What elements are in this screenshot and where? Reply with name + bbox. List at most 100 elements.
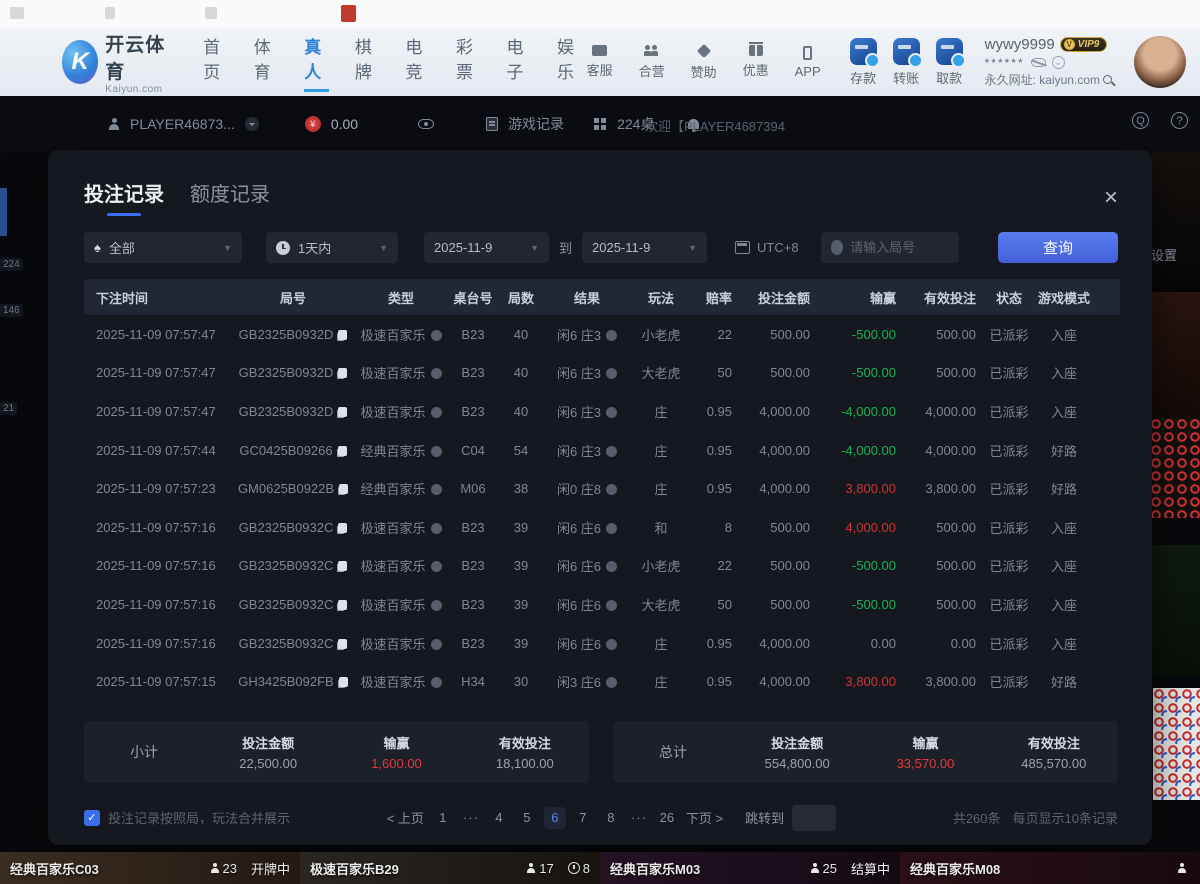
query-button[interactable]: 查询 [998,232,1118,263]
nav-item-live[interactable]: 真人 [304,33,329,92]
page-26[interactable]: 26 [656,807,678,829]
game-records-link[interactable]: 游戏记录 [508,114,564,134]
close-icon[interactable]: × [1104,188,1118,208]
nav-action-promo[interactable]: 优惠 [738,45,774,79]
table-tile-m03[interactable]: 经典百家乐M03 25 结算中 [600,852,900,884]
logo-subtitle: Kaiyun.com [105,84,171,95]
copy-icon[interactable] [338,561,347,571]
copy-icon[interactable] [338,446,347,456]
copy-icon[interactable] [338,330,347,340]
page-7[interactable]: 7 [572,807,594,829]
page-1[interactable]: 1 [432,807,454,829]
cell-bet-amount: 4,000.00 [740,404,818,419]
info-icon[interactable] [606,639,617,650]
info-icon[interactable] [431,446,442,457]
info-icon[interactable] [431,639,442,650]
top-strip [0,0,1200,28]
copy-icon[interactable] [338,407,347,417]
nav-item-cards[interactable]: 棋牌 [355,33,380,92]
page-5[interactable]: 5 [516,807,538,829]
nav-item-lottery[interactable]: 彩票 [456,33,481,92]
per-page-info: 每页显示10条记录 [1013,808,1118,827]
copy-icon[interactable] [339,484,348,494]
page-4[interactable]: 4 [488,807,510,829]
info-icon[interactable] [606,330,617,341]
nav-item-entertainment[interactable]: 娱乐 [557,33,582,92]
date-to-picker[interactable]: 2025-11-9 ▼ [582,232,707,263]
prev-page-button[interactable]: < 上页 [387,808,424,827]
refresh-icon[interactable]: ⌄ [1052,56,1065,69]
transfer-button[interactable]: 转账 [893,38,920,87]
info-icon[interactable] [431,561,442,572]
info-icon[interactable] [606,407,617,418]
info-icon[interactable] [606,600,617,611]
avatar[interactable] [1134,36,1186,88]
info-icon[interactable] [606,677,617,688]
date-from-picker[interactable]: 2025-11-9 ▼ [424,232,549,263]
copy-icon[interactable] [338,639,347,649]
timezone-indicator[interactable]: UTC+8 [735,240,799,255]
player-id[interactable]: PLAYER46873... [130,116,235,132]
info-icon[interactable] [606,446,617,457]
table-tile-c03[interactable]: 经典百家乐C03 23 开牌中 [0,852,300,884]
next-page-button[interactable]: 下页 > [686,808,723,827]
withdraw-button[interactable]: 取款 [936,38,963,87]
table-tile-m08[interactable]: 经典百家乐M08 [900,852,1200,884]
cell-bet-time: 2025-11-09 07:57:16 [84,558,232,573]
copy-icon[interactable] [338,600,347,610]
info-icon[interactable] [606,484,617,495]
info-icon[interactable] [431,407,442,418]
page-8[interactable]: 8 [600,807,622,829]
info-icon[interactable] [431,368,442,379]
nav-item-sports[interactable]: 体育 [254,33,279,92]
game-no-search[interactable] [821,232,959,263]
total-count: 共260条 [953,808,1001,827]
table-tile-b29[interactable]: 极速百家乐B29 17 8 [300,852,600,884]
copy-icon[interactable] [338,523,347,533]
jump-page-input[interactable] [792,805,836,831]
nav-item-esports[interactable]: 电竞 [405,33,430,92]
bg-video-1 [1152,152,1200,292]
info-icon[interactable] [431,677,442,688]
eye-icon[interactable] [418,119,434,129]
nav-action-service[interactable]: 客服 [582,45,618,79]
search-circle-icon[interactable]: Q [1132,112,1149,129]
site-logo[interactable]: K 开云体育 Kaiyun.com [62,30,171,95]
time-range-select[interactable]: 1天内 ▼ [266,232,398,263]
cell-result: 闲0 庄8 [544,479,630,498]
merge-checkbox[interactable]: ✓ [84,810,100,826]
game-type-select[interactable]: ♠ 全部 ▼ [84,232,242,263]
tab-quota-records[interactable]: 额度记录 [190,178,270,216]
copy-icon[interactable] [339,677,348,687]
cell-winloss: 0.00 [818,636,904,651]
cell-play: 小老虎 [630,325,692,344]
tab-bet-records[interactable]: 投注记录 [84,178,164,216]
nav-action-sponsor[interactable]: 赞助 [686,44,722,81]
deposit-button[interactable]: 存款 [850,38,877,87]
tables-grid-icon [594,118,607,131]
coin-icon: ¥ [305,116,321,132]
info-icon[interactable] [606,368,617,379]
cell-type: 极速百家乐 [354,595,448,614]
eye-off-icon[interactable] [1031,58,1046,67]
game-no-input[interactable] [850,240,948,255]
nav-action-app[interactable]: APP [790,46,826,79]
info-icon[interactable] [606,561,617,572]
info-icon[interactable] [431,523,442,534]
info-icon[interactable] [431,330,442,341]
magnifier-icon[interactable] [1103,75,1112,84]
cell-table-no: C04 [448,443,498,458]
chevron-down-icon[interactable] [245,117,259,131]
nav-item-slots[interactable]: 电子 [506,33,531,92]
copy-icon[interactable] [338,368,347,378]
nav-item-home[interactable]: 首页 [203,33,228,92]
col-winloss: 输赢 [818,288,904,307]
table-status: 开牌中 [251,859,290,878]
page-6[interactable]: 6 [544,807,566,829]
info-icon[interactable] [431,484,442,495]
nav-action-partner[interactable]: 合营 [634,45,670,80]
help-icon[interactable]: ? [1171,112,1188,129]
info-icon[interactable] [431,600,442,611]
info-icon[interactable] [606,523,617,534]
total-valid: 485,570.00 [990,756,1118,771]
